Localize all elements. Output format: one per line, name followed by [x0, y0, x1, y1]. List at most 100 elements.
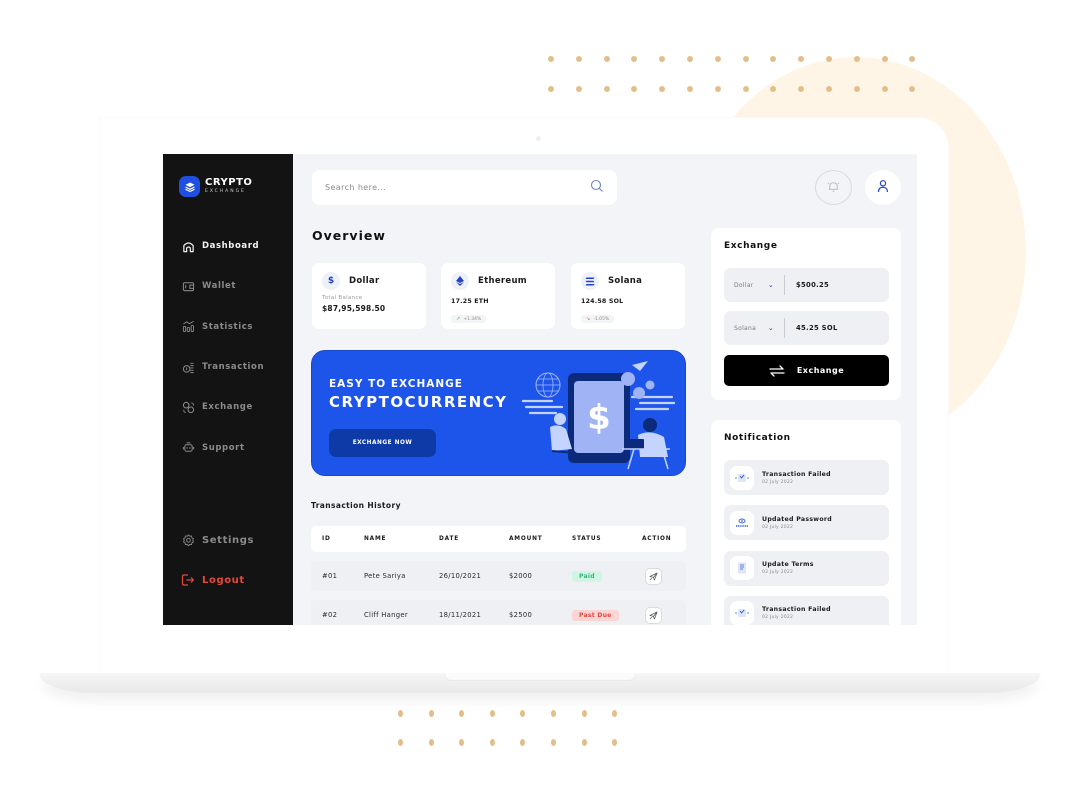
- decorative-dots-bottom: [398, 710, 618, 746]
- home-icon: [181, 239, 195, 253]
- cell-amount: $2500: [509, 611, 533, 619]
- laptop-notch: [445, 673, 635, 681]
- sidebar-item-exchange[interactable]: Exchange: [181, 387, 264, 427]
- notification-date: 02 July 2022: [762, 570, 794, 576]
- sidebar-item-label: Dashboard: [202, 241, 260, 252]
- transaction-history-title: Transaction History: [311, 501, 401, 510]
- sidebar-item-transaction[interactable]: Transaction: [181, 347, 264, 387]
- chevron-down-icon: ⌄: [767, 281, 774, 289]
- exchange-panel: Exchange Dollar ⌄ $500.25 Solana ⌄ 45.25…: [711, 228, 901, 400]
- cell-id: #01: [322, 572, 338, 580]
- ethereum-icon: [451, 272, 469, 290]
- change-badge: ↗ +1.34%: [451, 315, 487, 323]
- sidebar-item-settings[interactable]: Settings: [181, 520, 254, 560]
- notifications-button[interactable]: [815, 170, 852, 205]
- notification-title-text: Update Terms: [762, 561, 814, 569]
- sidebar-bottom-nav: Settings Logout: [181, 520, 254, 600]
- to-currency-select[interactable]: Solana ⌄: [724, 324, 784, 332]
- asset-card-solana[interactable]: Solana 124.58 SOL ↘ -1.05%: [571, 263, 685, 329]
- notification-item[interactable]: Transaction Failed 02 July 2022: [724, 460, 889, 495]
- notification-date: 02 July 2022: [762, 524, 794, 530]
- logout-icon: [181, 573, 195, 587]
- asset-amount: 17.25 ETH: [451, 298, 489, 305]
- from-currency-select[interactable]: Dollar ⌄: [724, 281, 784, 289]
- table-row[interactable]: #01 Pete Sariya 26/10/2021 $2000 Paid: [311, 561, 686, 591]
- sidebar-item-label: Wallet: [202, 281, 237, 292]
- exchange-to-field: Solana ⌄ 45.25 SOL: [724, 311, 889, 345]
- decorative-dots-top: [548, 56, 916, 92]
- brand-logo[interactable]: CRYPTO EXCHANGE: [179, 176, 252, 197]
- sidebar: CRYPTO EXCHANGE Dashboard Wallet Statist…: [163, 154, 293, 625]
- exchange-from-field: Dollar ⌄ $500.25: [724, 268, 889, 302]
- sidebar-item-label: Transaction: [202, 362, 265, 373]
- send-icon: [649, 611, 658, 619]
- exchange-icon: [181, 400, 195, 414]
- column-header-name[interactable]: NAME: [364, 536, 439, 542]
- column-header-status[interactable]: STATUS: [572, 536, 642, 542]
- notification-item[interactable]: Update Terms 02 July 2022: [724, 550, 889, 586]
- dollar-icon: $: [322, 272, 340, 290]
- notification-item[interactable]: Transaction Failed 02 July 2022: [724, 595, 889, 625]
- exchange-button-label: Exchange: [796, 366, 845, 375]
- asset-card-dollar[interactable]: $ Dollar Total Balance $87,95,598.50: [312, 263, 426, 329]
- sidebar-item-support[interactable]: Support: [181, 427, 264, 467]
- column-header-amount[interactable]: AMOUNT: [509, 536, 572, 542]
- to-amount-input[interactable]: 45.25 SOL: [785, 324, 838, 332]
- cell-id: #02: [322, 611, 338, 619]
- from-amount-input[interactable]: $500.25: [785, 281, 829, 289]
- row-action-button[interactable]: [645, 606, 662, 624]
- sidebar-nav: Dashboard Wallet Statistics Transaction …: [181, 226, 264, 468]
- trend-down-icon: ↘: [586, 316, 591, 322]
- notification-title-text: Transaction Failed: [762, 606, 831, 614]
- notification-title-text: Transaction Failed: [762, 470, 831, 478]
- row-action-button[interactable]: [645, 567, 662, 585]
- banner-title: CRYPTOCURRENCY: [329, 393, 508, 411]
- sidebar-item-label: Logout: [202, 574, 245, 586]
- sidebar-item-statistics[interactable]: Statistics: [181, 307, 264, 347]
- transaction-table: ID NAME DATE AMOUNT STATUS ACTION #01 Pe…: [311, 526, 686, 625]
- table-row[interactable]: #02 Cliff Hanger 18/11/2021 $2500 Past D…: [311, 600, 686, 625]
- wallet-icon: [181, 279, 195, 293]
- search-icon[interactable]: [590, 178, 604, 197]
- change-value: -1.05%: [593, 316, 610, 322]
- sidebar-item-label: Support: [202, 442, 245, 453]
- sidebar-item-logout[interactable]: Logout: [181, 560, 254, 600]
- total-balance-value: $87,95,598.50: [322, 304, 386, 313]
- status-badge: Past Due: [572, 609, 619, 621]
- notification-title-text: Updated Password: [762, 515, 832, 523]
- coins-icon: [181, 360, 195, 374]
- terms-document-icon: [730, 556, 754, 581]
- sidebar-item-dashboard[interactable]: Dashboard: [181, 226, 264, 266]
- statistics-icon: [181, 320, 195, 334]
- table-header: ID NAME DATE AMOUNT STATUS ACTION: [311, 526, 686, 552]
- total-balance-label: Total Balance: [322, 295, 363, 301]
- promo-banner: EASY TO EXCHANGE CRYPTOCURRENCY EXCHANGE…: [311, 350, 686, 476]
- notification-date: 02 July 2022: [762, 615, 794, 621]
- notification-date: 02 July 2022: [762, 479, 794, 485]
- column-header-date[interactable]: DATE: [439, 536, 509, 542]
- exchange-button[interactable]: Exchange: [724, 355, 889, 386]
- notification-panel: Notification Transaction Failed 02 July …: [711, 420, 901, 625]
- asset-card-ethereum[interactable]: Ethereum 17.25 ETH ↗ +1.34%: [441, 263, 555, 329]
- status-badge: Paid: [572, 570, 602, 582]
- overview-title: Overview: [312, 228, 386, 243]
- cell-date: 26/10/2021: [439, 572, 482, 580]
- sidebar-item-label: Statistics: [202, 321, 254, 332]
- sidebar-item-wallet[interactable]: Wallet: [181, 266, 264, 306]
- chevron-down-icon: ⌄: [767, 324, 774, 332]
- swap-arrows-icon: [769, 364, 785, 377]
- column-header-id[interactable]: ID: [322, 536, 364, 542]
- layers-icon: [179, 176, 200, 197]
- solana-icon: [581, 272, 599, 290]
- notification-item[interactable]: Updated Password 02 July 2022: [724, 505, 889, 541]
- send-icon: [649, 572, 658, 580]
- cell-amount: $2000: [509, 572, 533, 580]
- exchange-now-button[interactable]: EXCHANGE NOW: [329, 429, 436, 457]
- exchange-title: Exchange: [724, 241, 778, 251]
- support-icon: [181, 441, 195, 455]
- asset-name: Ethereum: [478, 276, 527, 286]
- profile-button[interactable]: [865, 170, 901, 205]
- search-input[interactable]: [325, 183, 565, 192]
- globe-icon: [535, 372, 561, 398]
- brand-subtitle: EXCHANGE: [205, 189, 246, 195]
